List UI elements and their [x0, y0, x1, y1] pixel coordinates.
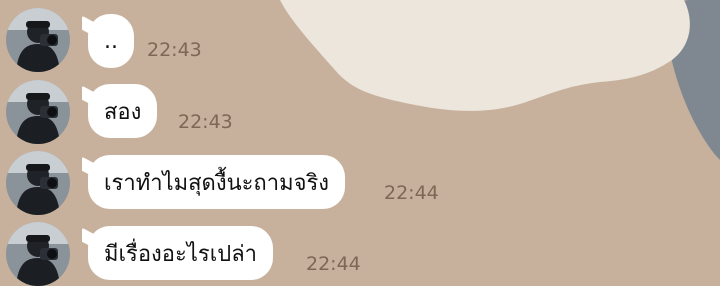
message-bubble[interactable]: สอง	[88, 84, 158, 138]
message-time: 22:44	[306, 253, 361, 275]
message-time: 22:44	[384, 182, 439, 204]
message-text: มีเรื่องอะไรเปล่า	[104, 241, 258, 267]
avatar-photo	[6, 8, 70, 72]
avatar[interactable]	[6, 222, 70, 286]
avatar-photo	[6, 80, 70, 144]
avatar-photo	[6, 151, 70, 215]
message-row: มีเรื่องอะไรเปล่า 22:44	[6, 222, 406, 286]
message-row: .. 22:43	[6, 8, 306, 72]
message-row: สอง 22:43	[6, 80, 326, 144]
message-bubble[interactable]: ..	[88, 14, 134, 68]
message-time: 22:43	[178, 111, 233, 133]
chat-message-list[interactable]: .. 22:43 สอง 22:43 เราทำไมสุดงื้นะถามจริ…	[0, 0, 720, 286]
message-text: สอง	[104, 99, 142, 125]
message-bubble[interactable]: เราทำไมสุดงื้นะถามจริง	[88, 155, 346, 209]
message-text: ..	[104, 28, 118, 54]
avatar[interactable]	[6, 151, 70, 215]
avatar-photo	[6, 222, 70, 286]
message-text: เราทำไมสุดงื้นะถามจริง	[104, 170, 330, 196]
message-bubble[interactable]: มีเรื่องอะไรเปล่า	[88, 226, 274, 280]
avatar[interactable]	[6, 8, 70, 72]
avatar[interactable]	[6, 80, 70, 144]
message-time: 22:43	[147, 39, 202, 61]
message-row: เราทำไมสุดงื้นะถามจริง 22:44	[6, 151, 486, 215]
